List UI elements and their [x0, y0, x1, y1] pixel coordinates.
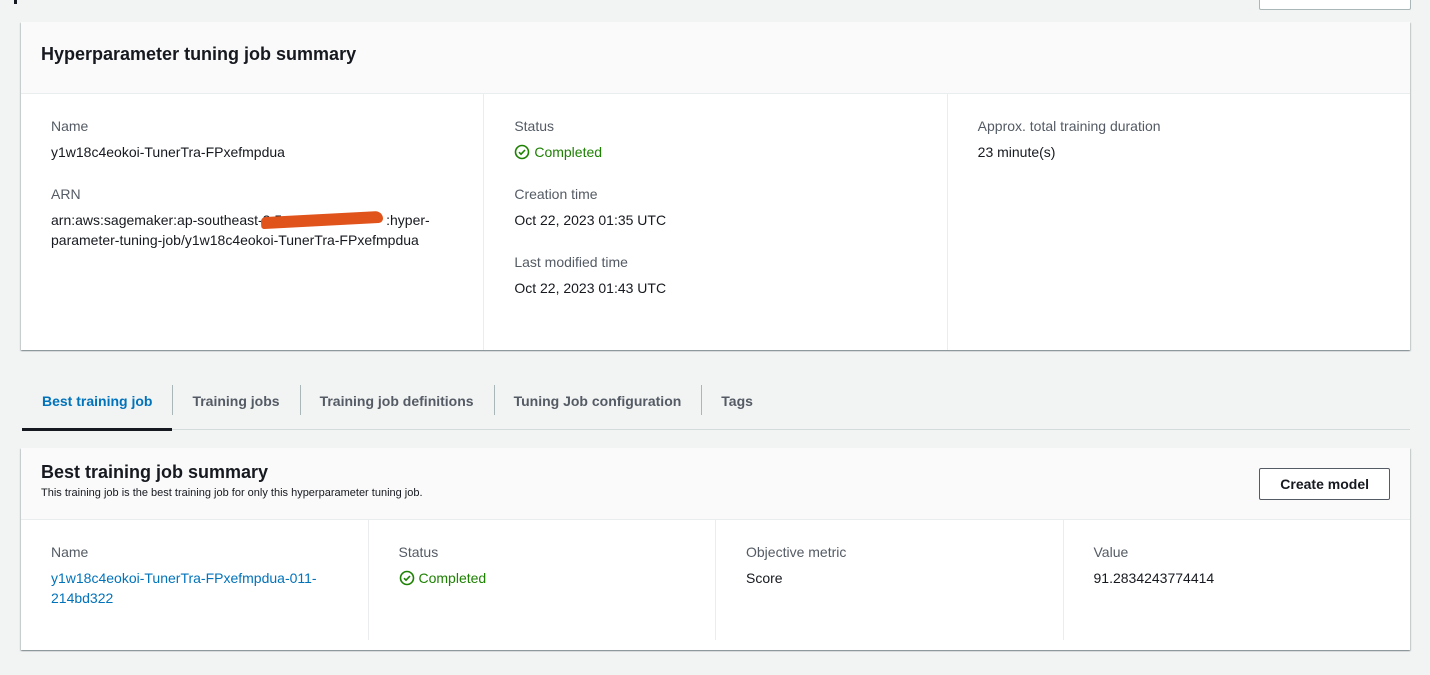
summary-title: Hyperparameter tuning job summary	[41, 44, 357, 64]
tab-bar: Best training job Training jobs Training…	[22, 372, 1410, 431]
status-value: Completed	[514, 142, 916, 162]
name-label: Name	[51, 118, 89, 134]
metric-value: 91.2834243774414	[1093, 570, 1215, 586]
check-circle-icon	[399, 570, 414, 586]
status-label: Status	[514, 118, 555, 134]
duration-field: Approx. total training duration 23 minut…	[978, 116, 1380, 162]
summary-columns: Name y1w18c4eokoi-TunerTra-FPxefmpdua AR…	[21, 94, 1410, 350]
best-column-metric: Objective metric Score	[715, 520, 1063, 640]
duration-value: 23 minute(s)	[977, 144, 1056, 160]
modified-time-field: Last modified time Oct 22, 2023 01:43 UT…	[514, 252, 916, 298]
cut-off-action-button[interactable]	[1259, 0, 1411, 10]
best-header: Best training job summary This training …	[21, 448, 1410, 520]
objective-metric-label: Objective metric	[746, 544, 847, 560]
arn-line-1-prefix: arn:aws:sagemaker:ap-southeast-2:5	[51, 212, 283, 228]
objective-metric-value: Score	[746, 570, 783, 586]
metric-value-label: Value	[1093, 544, 1129, 560]
tab-tags[interactable]: Tags	[701, 372, 773, 429]
best-job-name-line-2: 214bd322	[51, 590, 114, 606]
create-model-button[interactable]: Create model	[1259, 468, 1390, 500]
best-subtitle: This training job is the best training j…	[41, 487, 423, 499]
best-status-label: Status	[398, 544, 439, 560]
best-header-text: Best training job summary This training …	[41, 462, 423, 499]
tab-tuning-job-configuration[interactable]: Tuning Job configuration	[493, 372, 702, 429]
arn-line-1-suffix: :hyper-	[386, 212, 430, 228]
tab-best-training-job[interactable]: Best training job	[22, 372, 173, 431]
tuning-job-summary-panel: Hyperparameter tuning job summary Name y…	[21, 22, 1410, 350]
best-title: Best training job summary	[41, 462, 269, 482]
best-training-job-panel: Best training job summary This training …	[21, 448, 1410, 650]
creation-time-value: Oct 22, 2023 01:35 UTC	[514, 212, 667, 228]
best-column-name: Name y1w18c4eokoi-TunerTra-FPxefmpdua-01…	[21, 520, 368, 640]
name-value: y1w18c4eokoi-TunerTra-FPxefmpdua	[51, 144, 285, 160]
check-circle-icon	[515, 144, 530, 160]
arn-label: ARN	[51, 186, 81, 202]
best-column-value: Value 91.2834243774414	[1062, 520, 1411, 640]
best-column-status: Status Completed	[367, 520, 716, 640]
tab-training-jobs[interactable]: Training jobs	[172, 372, 299, 429]
best-status-text: Completed	[418, 570, 487, 586]
status-field: Status Completed	[514, 116, 916, 162]
arn-value: arn:aws:sagemaker:ap-southeast-2:5 :hyper…	[51, 210, 430, 250]
best-columns: Name y1w18c4eokoi-TunerTra-FPxefmpdua-01…	[21, 520, 1410, 640]
top-strip	[0, 0, 1430, 18]
best-status-value: Completed	[399, 568, 686, 588]
summary-column-3: Approx. total training duration 23 minut…	[946, 94, 1410, 350]
duration-label: Approx. total training duration	[977, 118, 1161, 134]
name-field: Name y1w18c4eokoi-TunerTra-FPxefmpdua	[51, 116, 453, 162]
creation-time-field: Creation time Oct 22, 2023 01:35 UTC	[514, 184, 916, 230]
arn-line-2: parameter-tuning-job/y1w18c4eokoi-TunerT…	[51, 232, 419, 248]
summary-column-1: Name y1w18c4eokoi-TunerTra-FPxefmpdua AR…	[21, 94, 483, 350]
best-job-name-link[interactable]: y1w18c4eokoi-TunerTra-FPxefmpdua-011- 21…	[51, 568, 338, 608]
arn-field: ARN arn:aws:sagemaker:ap-southeast-2:5 :h…	[51, 184, 453, 250]
status-text: Completed	[534, 144, 603, 160]
creation-time-label: Creation time	[514, 186, 598, 202]
summary-column-2: Status Completed Creation time Oct 22, 2…	[483, 94, 946, 350]
modified-time-label: Last modified time	[514, 254, 628, 270]
best-name-label: Name	[51, 544, 89, 560]
summary-header: Hyperparameter tuning job summary	[21, 22, 1410, 94]
modified-time-value: Oct 22, 2023 01:43 UTC	[514, 280, 667, 296]
best-job-name-line-1: y1w18c4eokoi-TunerTra-FPxefmpdua-011-	[51, 570, 317, 586]
cut-off-heading-fragment	[14, 0, 17, 4]
tab-training-job-definitions[interactable]: Training job definitions	[299, 372, 494, 429]
